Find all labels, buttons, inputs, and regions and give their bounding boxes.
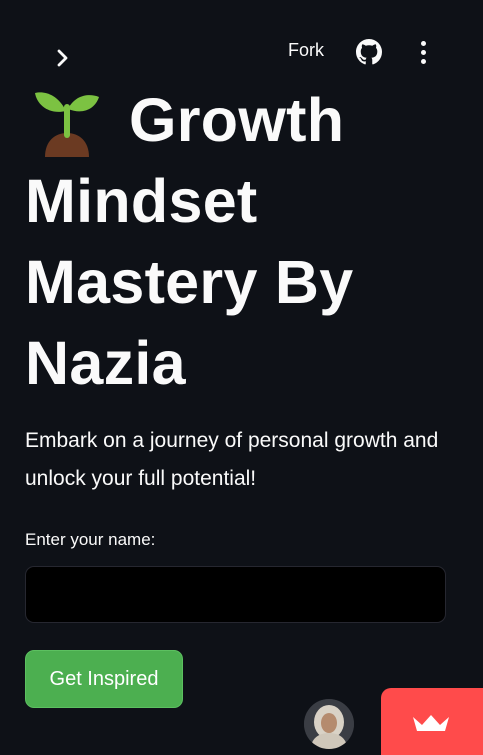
name-input[interactable] xyxy=(25,566,446,623)
streamlit-badge[interactable] xyxy=(381,688,483,755)
streamlit-crown-icon xyxy=(413,715,449,731)
kebab-dot xyxy=(420,49,426,55)
avatar[interactable] xyxy=(304,699,354,749)
title-block: Growth Mindset Mastery By Nazia xyxy=(25,80,455,404)
name-field-label: Enter your name: xyxy=(25,530,156,549)
get-inspired-button[interactable]: Get Inspired xyxy=(25,650,183,708)
github-icon[interactable] xyxy=(356,39,382,65)
page-subtitle: Embark on a journey of personal growth a… xyxy=(25,429,439,490)
seedling-icon xyxy=(35,92,99,157)
kebab-dot xyxy=(420,40,426,46)
expand-sidebar-button[interactable] xyxy=(50,45,76,71)
chevron-right-icon xyxy=(57,49,68,67)
kebab-dot xyxy=(420,58,426,64)
fork-link[interactable]: Fork xyxy=(288,40,324,61)
avatar-portrait xyxy=(304,699,354,749)
main-menu-button[interactable] xyxy=(411,38,435,66)
